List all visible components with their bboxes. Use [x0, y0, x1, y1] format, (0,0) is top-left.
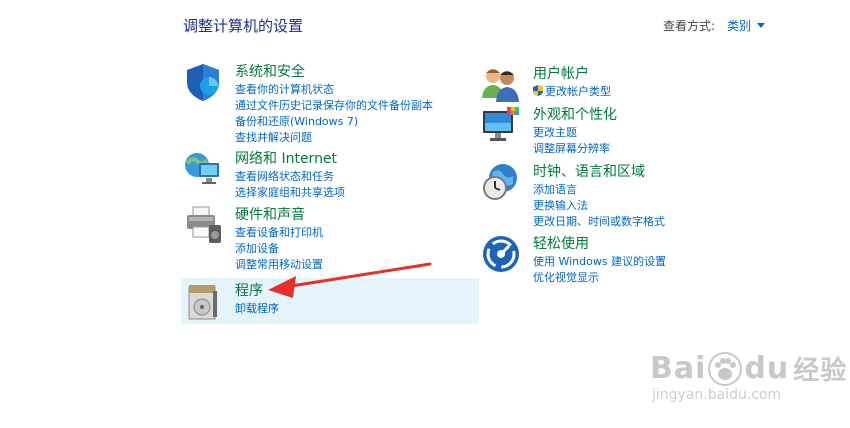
paw-icon: [708, 351, 743, 386]
baidu-jingyan-watermark: Bai du 经验 jingyan.baidu.com: [650, 350, 847, 403]
watermark-url: jingyan.baidu.com: [652, 387, 782, 403]
watermark-brand: Bai: [650, 351, 707, 386]
watermark-brand-du: du: [744, 351, 790, 386]
watermark-brand-jingyan: 经验: [793, 356, 848, 386]
